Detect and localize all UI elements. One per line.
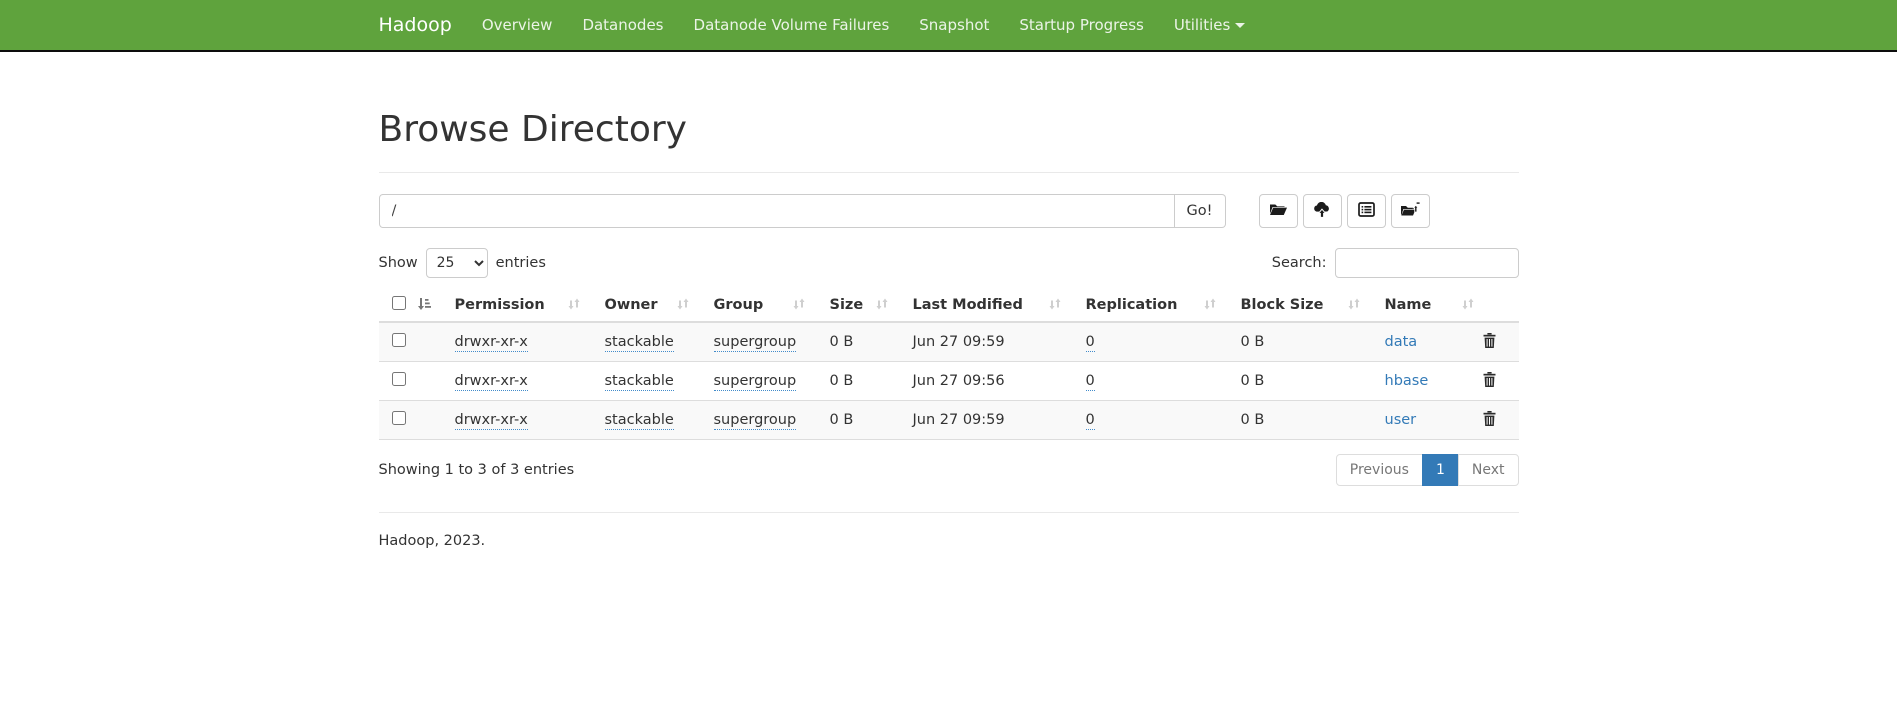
col-header-replication[interactable]: Replication: [1086, 294, 1241, 322]
block-size-cell: 0 B: [1241, 373, 1265, 389]
navbar: Hadoop Overview Datanodes Datanode Volum…: [0, 0, 1897, 52]
explorer-toolbar: [1259, 194, 1430, 228]
sort-icon: [1461, 297, 1475, 315]
upload-files-button[interactable]: [1303, 194, 1342, 228]
path-bar: Go!: [379, 194, 1519, 228]
main-nav: Overview Datanodes Datanode Volume Failu…: [467, 0, 1261, 50]
group-cell[interactable]: supergroup: [714, 334, 797, 352]
block-size-cell: 0 B: [1241, 334, 1265, 350]
file-link[interactable]: hbase: [1385, 373, 1429, 389]
col-header-permission[interactable]: Permission: [455, 294, 605, 322]
group-cell[interactable]: supergroup: [714, 373, 797, 391]
size-cell: 0 B: [830, 334, 854, 350]
page-title: Browse Directory: [379, 110, 1519, 150]
size-cell: 0 B: [830, 373, 854, 389]
sort-icon: [1203, 297, 1217, 315]
nav-utilities-dropdown[interactable]: Utilities: [1159, 0, 1260, 50]
file-operations-button[interactable]: [1347, 194, 1386, 228]
brand-hadoop[interactable]: Hadoop: [364, 0, 467, 50]
sort-icon: [875, 297, 889, 315]
col-header-group[interactable]: Group: [714, 294, 830, 322]
nav-snapshot[interactable]: Snapshot: [904, 0, 1004, 50]
sort-icon: [676, 297, 690, 315]
col-header-last-modified[interactable]: Last Modified: [913, 294, 1086, 322]
table-row: drwxr-xr-x stackable supergroup 0 B Jun …: [379, 322, 1519, 361]
nav-overview[interactable]: Overview: [467, 0, 568, 50]
create-directory-button[interactable]: [1259, 194, 1298, 228]
owner-cell[interactable]: stackable: [605, 334, 674, 352]
col-header-owner[interactable]: Owner: [605, 294, 714, 322]
search-label: Search:: [1272, 255, 1327, 271]
select-all-header: [379, 294, 455, 322]
divider: [379, 172, 1519, 173]
sort-active-icon[interactable]: [416, 297, 431, 315]
delete-button[interactable]: [1481, 370, 1498, 392]
move-to-folder-button[interactable]: [1391, 194, 1430, 228]
table-info: Showing 1 to 3 of 3 entries: [379, 462, 575, 478]
page-length-select[interactable]: 25: [426, 248, 488, 278]
footer-divider: [379, 512, 1519, 513]
show-label: Show: [379, 255, 418, 271]
header-row: Permission Owner Group Size Last Modifie…: [379, 294, 1519, 322]
folder-move-icon: [1400, 202, 1420, 221]
page-length-control: Show 25 entries: [379, 248, 546, 278]
go-button[interactable]: Go!: [1175, 194, 1226, 228]
trash-icon: [1483, 414, 1496, 429]
select-all-checkbox[interactable]: [392, 296, 406, 310]
nav-utilities-label: Utilities: [1174, 16, 1230, 34]
nav-datanode-volume-failures[interactable]: Datanode Volume Failures: [679, 0, 905, 50]
row-checkbox[interactable]: [392, 333, 406, 347]
table-row: drwxr-xr-x stackable supergroup 0 B Jun …: [379, 361, 1519, 400]
col-header-name[interactable]: Name: [1385, 294, 1481, 322]
permission-cell[interactable]: drwxr-xr-x: [455, 334, 528, 352]
nav-datanodes[interactable]: Datanodes: [567, 0, 678, 50]
sort-icon: [1347, 297, 1361, 315]
cloud-upload-icon: [1312, 202, 1332, 221]
list-alt-icon: [1358, 202, 1375, 220]
sort-icon: [1048, 297, 1062, 315]
delete-button[interactable]: [1481, 409, 1498, 431]
block-size-cell: 0 B: [1241, 412, 1265, 428]
trash-icon: [1483, 375, 1496, 390]
sort-icon: [567, 297, 581, 315]
row-checkbox[interactable]: [392, 372, 406, 386]
directory-table: Permission Owner Group Size Last Modifie…: [379, 294, 1519, 440]
col-header-actions: [1481, 294, 1519, 322]
next-page-button[interactable]: Next: [1458, 454, 1519, 486]
permission-cell[interactable]: drwxr-xr-x: [455, 373, 528, 391]
previous-page-button[interactable]: Previous: [1336, 454, 1423, 486]
trash-icon: [1483, 336, 1496, 351]
search-input[interactable]: [1335, 248, 1519, 278]
last-modified-cell: Jun 27 09:59: [913, 412, 1005, 428]
delete-button[interactable]: [1481, 331, 1498, 353]
entries-label: entries: [496, 255, 546, 271]
last-modified-cell: Jun 27 09:56: [913, 373, 1005, 389]
search-control: Search:: [1272, 248, 1519, 278]
owner-cell[interactable]: stackable: [605, 412, 674, 430]
table-row: drwxr-xr-x stackable supergroup 0 B Jun …: [379, 400, 1519, 439]
page-1-button[interactable]: 1: [1422, 454, 1459, 486]
sort-icon: [792, 297, 806, 315]
col-header-block-size[interactable]: Block Size: [1241, 294, 1385, 322]
last-modified-cell: Jun 27 09:59: [913, 334, 1005, 350]
group-cell[interactable]: supergroup: [714, 412, 797, 430]
col-header-size[interactable]: Size: [830, 294, 913, 322]
pagination: Previous 1 Next: [1336, 454, 1519, 486]
size-cell: 0 B: [830, 412, 854, 428]
replication-cell[interactable]: 0: [1086, 334, 1095, 352]
path-input[interactable]: [379, 194, 1175, 228]
path-input-group: Go!: [379, 194, 1226, 228]
table-controls: Show 25 entries Search:: [379, 248, 1519, 278]
file-link[interactable]: data: [1385, 334, 1418, 350]
file-link[interactable]: user: [1385, 412, 1417, 428]
permission-cell[interactable]: drwxr-xr-x: [455, 412, 528, 430]
replication-cell[interactable]: 0: [1086, 412, 1095, 430]
footer-text: Hadoop, 2023.: [379, 533, 1519, 549]
nav-startup-progress[interactable]: Startup Progress: [1004, 0, 1158, 50]
folder-open-icon: [1269, 202, 1288, 221]
owner-cell[interactable]: stackable: [605, 373, 674, 391]
chevron-down-icon: [1235, 23, 1245, 28]
replication-cell[interactable]: 0: [1086, 373, 1095, 391]
row-checkbox[interactable]: [392, 411, 406, 425]
